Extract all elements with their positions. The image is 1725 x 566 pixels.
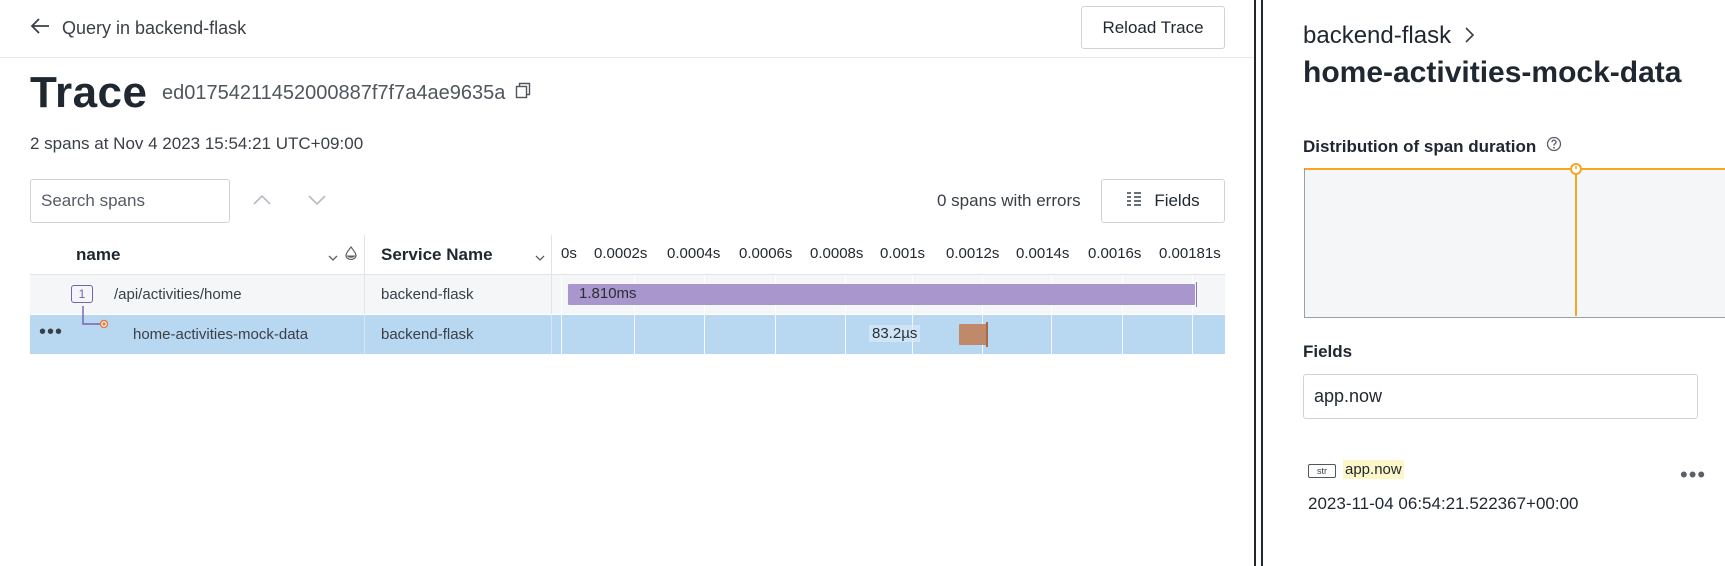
timeline-tick-label: 0s <box>561 245 577 262</box>
help-icon[interactable] <box>1546 136 1562 157</box>
next-match-button[interactable] <box>292 179 342 223</box>
timeline-tick-label: 0.0016s <box>1088 245 1142 262</box>
trace-id: ed01754211452000887f7f7a4ae9635a <box>162 82 531 105</box>
errors-count: 0 spans with errors <box>937 191 1081 210</box>
column-divider[interactable] <box>551 235 552 274</box>
panel-span-name: home-activities-mock-data <box>1303 56 1682 89</box>
copy-icon[interactable] <box>515 82 531 105</box>
sort-chevron-icon[interactable] <box>535 249 545 267</box>
chevron-right-icon <box>1465 22 1475 50</box>
chevron-up-icon <box>253 192 271 210</box>
timeline-tick-label: 0.0014s <box>1016 245 1070 262</box>
span-name: home-activities-mock-data <box>133 326 309 343</box>
distribution-line <box>1305 168 1725 170</box>
child-count-badge[interactable]: 1 <box>71 285 93 303</box>
timeline-tick-label: 0.0006s <box>739 245 793 262</box>
panel-breadcrumb[interactable]: backend-flask <box>1303 22 1475 50</box>
fields-button-label: Fields <box>1154 191 1200 210</box>
more-options-icon[interactable]: ••• <box>39 321 63 344</box>
back-link-label: Query in backend-flask <box>62 17 247 38</box>
columns-icon <box>1126 191 1142 212</box>
sort-chevron-icon[interactable] <box>328 249 338 267</box>
timeline-tick-label: 0.0008s <box>810 245 864 262</box>
column-divider[interactable] <box>364 235 365 274</box>
span-end-marker <box>986 322 988 347</box>
span-end-marker <box>1196 282 1197 307</box>
previous-match-button[interactable] <box>237 179 287 223</box>
fields-filter-input[interactable] <box>1303 374 1698 419</box>
span-duration-label: 83.2µs <box>869 325 921 342</box>
span-duration-histogram[interactable] <box>1304 163 1725 318</box>
timeline-tick-label: 0.0004s <box>667 245 721 262</box>
span-bar[interactable] <box>959 324 988 345</box>
header-divider <box>0 57 1254 58</box>
drop-icon[interactable] <box>345 246 357 265</box>
trace-id-text: ed01754211452000887f7f7a4ae9635a <box>162 82 506 104</box>
column-header-name[interactable]: name <box>76 235 356 274</box>
timeline-tick-label: 0.0002s <box>594 245 648 262</box>
column-service-label: Service Name <box>381 244 493 264</box>
trace-subtitle: 2 spans at Nov 4 2023 15:54:21 UTC+09:00 <box>30 134 364 153</box>
page-title: Trace <box>30 68 148 117</box>
marker-handle-icon[interactable] <box>1569 162 1583 176</box>
timeline-tick-label: 0.00181s <box>1159 245 1221 262</box>
chevron-down-icon <box>308 192 326 210</box>
current-span-marker <box>1575 168 1577 316</box>
service-name: backend-flask <box>381 326 474 343</box>
timeline-tick-label: 0.0012s <box>946 245 1000 262</box>
field-value: 2023-11-04 06:54:21.522367+00:00 <box>1308 494 1579 513</box>
reload-trace-button[interactable]: Reload Trace <box>1081 6 1225 49</box>
field-more-options-icon[interactable]: ••• <box>1680 462 1706 488</box>
fields-button[interactable]: Fields <box>1101 179 1225 223</box>
search-spans-input[interactable] <box>30 179 230 223</box>
timeline-gridline <box>561 275 562 355</box>
span-bar[interactable] <box>568 284 1195 305</box>
column-divider <box>551 275 552 314</box>
column-header-service[interactable]: Service Name <box>381 235 551 274</box>
table-row-selected[interactable]: ••• home-activities-mock-data backend-fl… <box>30 306 1225 354</box>
type-badge: str <box>1308 464 1336 478</box>
column-name-label: name <box>76 244 121 264</box>
column-divider <box>551 315 552 354</box>
distribution-label: Distribution of span duration <box>1303 136 1537 156</box>
panel-service-name: backend-flask <box>1303 22 1452 49</box>
back-to-query-link[interactable]: Query in backend-flask <box>30 14 246 42</box>
column-divider <box>364 315 365 354</box>
distribution-heading: Distribution of span duration <box>1303 136 1562 157</box>
table-header: name Service Name 0s 0.0002s 0.0004s 0.0006… <box>30 235 1225 275</box>
span-name: /api/activities/home <box>114 286 242 303</box>
panel-resize-handle[interactable] <box>1254 0 1263 566</box>
column-divider <box>364 275 365 314</box>
field-name: app.now <box>1343 460 1404 479</box>
arrow-left-icon <box>30 17 50 39</box>
service-name: backend-flask <box>381 286 474 303</box>
fields-heading: Fields <box>1303 342 1353 361</box>
span-duration-label: 1.810ms <box>579 285 637 302</box>
timeline-tick-label: 0.001s <box>880 245 926 262</box>
